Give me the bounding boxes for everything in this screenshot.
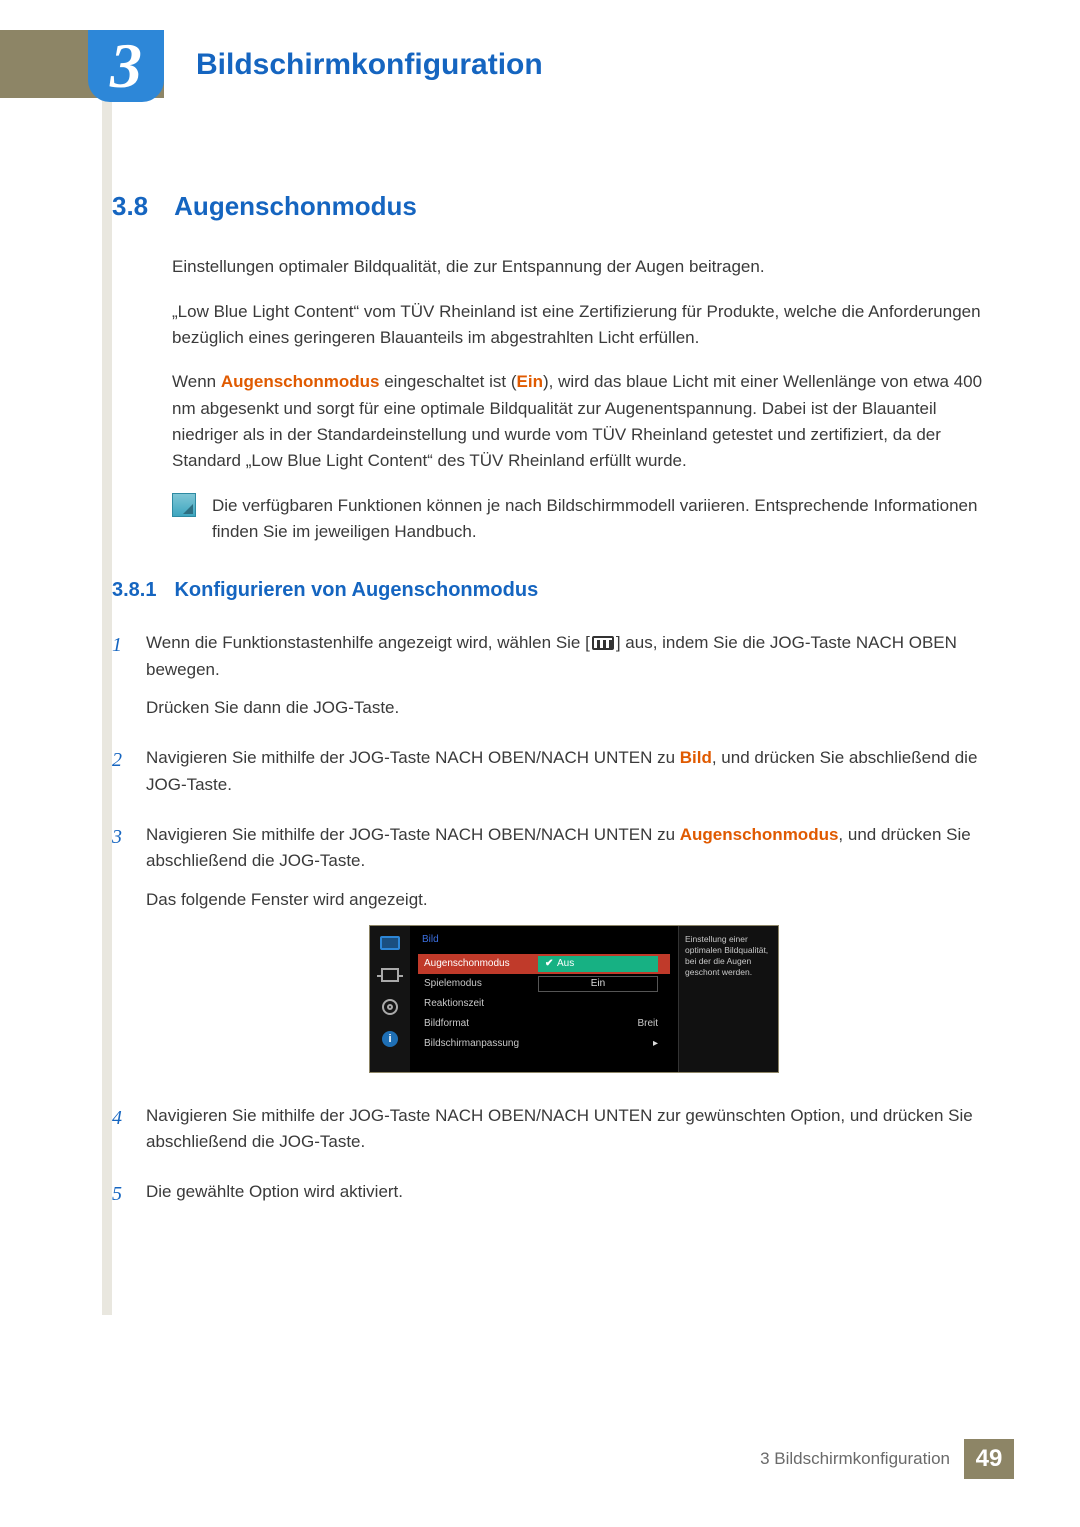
chapter-title: Bildschirmkonfiguration — [196, 42, 1080, 88]
osd-main: Bild Augenschonmodus ✔Aus Spielemodus Ei… — [410, 926, 678, 1072]
chapter-number: 3 — [110, 29, 142, 103]
footer: 3 Bildschirmkonfiguration 49 — [760, 1439, 1014, 1479]
intro-p2: „Low Blue Light Content“ vom TÜV Rheinla… — [172, 299, 1002, 352]
subsection-heading: 3.8.1 Konfigurieren von Augenschonmodus — [112, 575, 1002, 606]
section-number: 3.8 — [112, 191, 148, 221]
osd-title: Bild — [418, 932, 670, 948]
intro-block: Einstellungen optimaler Bildqualität, di… — [172, 254, 1002, 474]
note-text: Die verfügbaren Funktionen können je nac… — [212, 493, 1002, 546]
step-4: 4 Navigieren Sie mithilfe der JOG-Taste … — [112, 1103, 1002, 1168]
step-2: 2 Navigieren Sie mithilfe der JOG-Taste … — [112, 745, 1002, 810]
intro-p3: Wenn Augenschonmodus eingeschaltet ist (… — [172, 369, 1002, 474]
step-5: 5 Die gewählte Option wird aktiviert. — [112, 1179, 1002, 1217]
section-title: Augenschonmodus — [174, 191, 417, 221]
subsection-title: Konfigurieren von Augenschonmodus — [174, 579, 538, 601]
osd-value-aus: ✔Aus — [538, 956, 658, 972]
step-1: 1 Wenn die Funktionstastenhilfe angezeig… — [112, 630, 1002, 733]
osd-icon-settings — [379, 998, 401, 1016]
intro-p1: Einstellungen optimaler Bildqualität, di… — [172, 254, 1002, 280]
osd-icon-size — [379, 966, 401, 984]
section-heading: 3.8 Augenschonmodus — [112, 186, 1002, 226]
hl-augenschonmodus: Augenschonmodus — [221, 372, 380, 391]
osd-row-bildschirmanpassung: Bildschirmanpassung ▸ — [418, 1034, 670, 1054]
chapter-badge: 3 — [88, 30, 164, 102]
chevron-right-icon: ▸ — [653, 1036, 658, 1052]
note-block: Die verfügbaren Funktionen können je nac… — [172, 493, 1002, 546]
osd-figure: i Bild Augenschonmodus ✔Aus Spielemodus … — [146, 925, 1002, 1073]
subsection-number: 3.8.1 — [112, 579, 156, 601]
footer-page-number: 49 — [964, 1439, 1014, 1479]
osd-row-bildformat: Bildformat Breit — [418, 1014, 670, 1034]
left-margin-strip — [102, 30, 112, 1315]
menu-icon — [592, 636, 614, 650]
footer-label: 3 Bildschirmkonfiguration — [760, 1449, 964, 1469]
step-3: 3 Navigieren Sie mithilfe der JOG-Taste … — [112, 822, 1002, 1091]
content-area: 3.8 Augenschonmodus Einstellungen optimal… — [112, 186, 1002, 1230]
osd-help-text: Einstellung einer optimalen Bildqualität… — [678, 926, 778, 1072]
osd-icon-picture — [379, 934, 401, 952]
steps-list: 1 Wenn die Funktionstastenhilfe angezeig… — [112, 630, 1002, 1217]
osd-row-spielemodus: Spielemodus Ein — [418, 974, 670, 994]
note-icon — [172, 493, 196, 517]
osd-value-ein: Ein — [538, 976, 658, 992]
osd-panel: i Bild Augenschonmodus ✔Aus Spielemodus … — [369, 925, 779, 1073]
osd-icon-info: i — [379, 1030, 401, 1048]
osd-row-augenschonmodus: Augenschonmodus ✔Aus — [418, 954, 670, 974]
osd-sidebar: i — [370, 926, 410, 1072]
osd-row-reaktionszeit: Reaktionszeit — [418, 994, 670, 1014]
hl-ein: Ein — [517, 372, 543, 391]
